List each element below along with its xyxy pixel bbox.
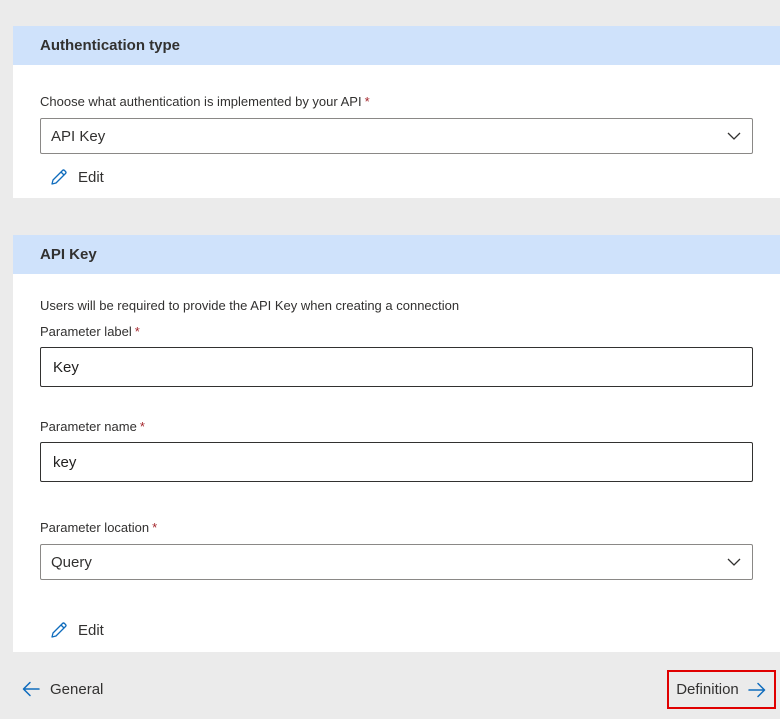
authentication-edit-button[interactable]: Edit: [49, 166, 104, 188]
arrow-right-icon: [748, 682, 766, 697]
authentication-type-value: API Key: [51, 127, 106, 145]
api-key-edit-button[interactable]: Edit: [49, 619, 104, 641]
parameter-label-label-text: Parameter label: [40, 324, 132, 339]
parameter-name-input[interactable]: key: [40, 442, 753, 482]
authentication-type-header: Authentication type: [13, 26, 780, 65]
parameter-location-label: Parameter location *: [40, 520, 157, 535]
parameter-label-value: Key: [53, 358, 79, 376]
parameter-location-label-text: Parameter location: [40, 520, 150, 535]
api-key-header: API Key: [13, 235, 780, 274]
chevron-down-icon: [727, 558, 741, 566]
required-mark: *: [139, 419, 145, 434]
authentication-type-card: Authentication type Choose what authenti…: [13, 26, 780, 198]
required-mark: *: [364, 94, 370, 109]
authentication-type-label-text: Choose what authentication is implemente…: [40, 94, 362, 109]
required-mark: *: [134, 324, 140, 339]
back-label: General: [50, 680, 104, 698]
parameter-location-dropdown[interactable]: Query: [40, 544, 753, 580]
required-mark: *: [152, 520, 158, 535]
parameter-label-input[interactable]: Key: [40, 347, 753, 387]
api-key-description: Users will be required to provide the AP…: [40, 298, 460, 313]
back-general-button[interactable]: General: [21, 672, 103, 706]
parameter-location-value: Query: [51, 553, 92, 571]
api-key-card: API Key Users will be required to provid…: [13, 235, 780, 652]
edit-label: Edit: [78, 168, 104, 186]
arrow-left-icon: [22, 681, 40, 697]
authentication-type-label: Choose what authentication is implemente…: [40, 94, 370, 109]
next-definition-button[interactable]: Definition: [667, 670, 776, 709]
parameter-name-value: key: [53, 453, 77, 471]
parameter-name-label-text: Parameter name: [40, 419, 137, 434]
pencil-icon: [51, 169, 67, 185]
edit-label: Edit: [78, 621, 104, 639]
next-label: Definition: [676, 681, 739, 698]
custom-connector-security-page: Authentication type Choose what authenti…: [0, 0, 780, 719]
parameter-name-label: Parameter name *: [40, 419, 145, 434]
pencil-icon: [51, 622, 67, 638]
chevron-down-icon: [727, 132, 741, 140]
authentication-type-dropdown[interactable]: API Key: [40, 118, 753, 154]
parameter-label-label: Parameter label *: [40, 324, 140, 339]
